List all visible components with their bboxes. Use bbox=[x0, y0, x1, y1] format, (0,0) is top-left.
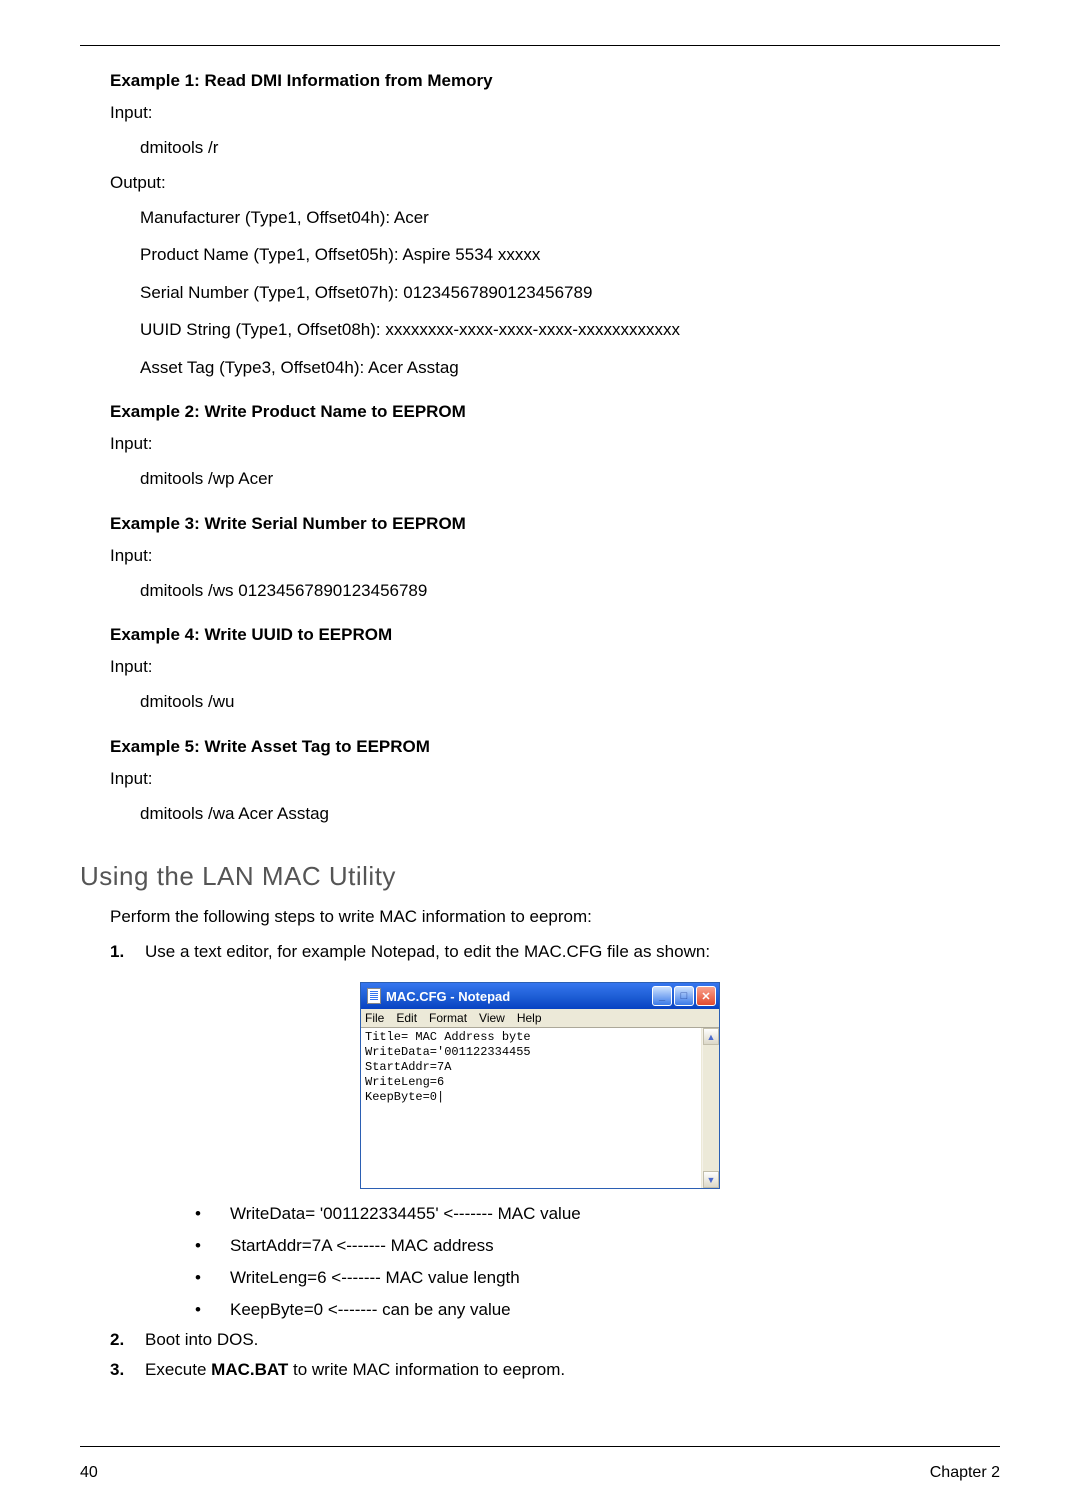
top-rule bbox=[80, 45, 1000, 46]
bullet-item: • WriteLeng=6 <------- MAC value length bbox=[190, 1268, 1000, 1288]
scrollbar[interactable]: ▲ ▼ bbox=[702, 1028, 719, 1188]
menu-format[interactable]: Format bbox=[429, 1011, 467, 1025]
example2-input-label: Input: bbox=[110, 434, 1000, 454]
bullet-icon: • bbox=[190, 1268, 230, 1288]
step-1-num: 1. bbox=[110, 942, 145, 962]
step-2-text: Boot into DOS. bbox=[145, 1330, 1000, 1350]
notepad-titlebar: MAC.CFG - Notepad _ □ ✕ bbox=[361, 983, 719, 1009]
example1-input-cmd: dmitools /r bbox=[140, 135, 1000, 161]
bottom-rule bbox=[80, 1446, 1000, 1447]
example4-heading: Example 4: Write UUID to EEPROM bbox=[110, 625, 1000, 645]
menu-file[interactable]: File bbox=[365, 1011, 384, 1025]
example5-heading: Example 5: Write Asset Tag to EEPROM bbox=[110, 737, 1000, 757]
step-2-num: 2. bbox=[110, 1330, 145, 1350]
page-number: 40 bbox=[80, 1464, 98, 1482]
menu-edit[interactable]: Edit bbox=[396, 1011, 417, 1025]
step-2: 2. Boot into DOS. bbox=[110, 1330, 1000, 1350]
step-3: 3. Execute MAC.BAT to write MAC informat… bbox=[110, 1360, 1000, 1380]
step-3-text: Execute MAC.BAT to write MAC information… bbox=[145, 1360, 1000, 1380]
menu-view[interactable]: View bbox=[479, 1011, 505, 1025]
maximize-button[interactable]: □ bbox=[674, 986, 694, 1006]
notepad-text-area[interactable]: Title= MAC Address byte WriteData='00112… bbox=[361, 1028, 702, 1188]
notepad-screenshot: MAC.CFG - Notepad _ □ ✕ File Edit Format… bbox=[360, 982, 720, 1189]
example5-input-label: Input: bbox=[110, 769, 1000, 789]
step-1: 1. Use a text editor, for example Notepa… bbox=[110, 942, 1000, 962]
example1-heading: Example 1: Read DMI Information from Mem… bbox=[110, 71, 1000, 91]
step-1-text: Use a text editor, for example Notepad, … bbox=[145, 942, 1000, 962]
notepad-title: MAC.CFG - Notepad bbox=[386, 989, 510, 1004]
close-button[interactable]: ✕ bbox=[696, 986, 716, 1006]
example3-heading: Example 3: Write Serial Number to EEPROM bbox=[110, 514, 1000, 534]
bullet-icon: • bbox=[190, 1204, 230, 1224]
bullet-text-0: WriteData= '001122334455' <------- MAC v… bbox=[230, 1204, 581, 1224]
example2-heading: Example 2: Write Product Name to EEPROM bbox=[110, 402, 1000, 422]
scroll-down-button[interactable]: ▼ bbox=[703, 1171, 719, 1188]
example1-output-line-4: Asset Tag (Type3, Offset04h): Acer Assta… bbox=[140, 355, 1000, 381]
example4-input-label: Input: bbox=[110, 657, 1000, 677]
step-3-num: 3. bbox=[110, 1360, 145, 1380]
example3-input-label: Input: bbox=[110, 546, 1000, 566]
example1-output-label: Output: bbox=[110, 173, 1000, 193]
example1-output-line-0: Manufacturer (Type1, Offset04h): Acer bbox=[140, 205, 1000, 231]
bullet-text-2: WriteLeng=6 <------- MAC value length bbox=[230, 1268, 520, 1288]
lan-mac-heading: Using the LAN MAC Utility bbox=[80, 861, 1000, 892]
example1-input-label: Input: bbox=[110, 103, 1000, 123]
example1-output-line-1: Product Name (Type1, Offset05h): Aspire … bbox=[140, 242, 1000, 268]
minimize-button[interactable]: _ bbox=[652, 986, 672, 1006]
bullet-item: • StartAddr=7A <------- MAC address bbox=[190, 1236, 1000, 1256]
lan-mac-intro: Perform the following steps to write MAC… bbox=[110, 907, 1000, 927]
example4-input-cmd: dmitools /wu bbox=[140, 689, 1000, 715]
bullet-item: • WriteData= '001122334455' <------- MAC… bbox=[190, 1204, 1000, 1224]
bullet-text-1: StartAddr=7A <------- MAC address bbox=[230, 1236, 494, 1256]
bullet-icon: • bbox=[190, 1236, 230, 1256]
example1-output-line-3: UUID String (Type1, Offset08h): xxxxxxxx… bbox=[140, 317, 1000, 343]
notepad-icon bbox=[367, 988, 381, 1004]
bullet-item: • KeepByte=0 <------- can be any value bbox=[190, 1300, 1000, 1320]
chapter-label: Chapter 2 bbox=[930, 1464, 1000, 1482]
mac-cfg-bullets: • WriteData= '001122334455' <------- MAC… bbox=[190, 1204, 1000, 1320]
menu-help[interactable]: Help bbox=[517, 1011, 542, 1025]
scroll-up-button[interactable]: ▲ bbox=[703, 1028, 719, 1045]
bullet-icon: • bbox=[190, 1300, 230, 1320]
example1-output-line-2: Serial Number (Type1, Offset07h): 012345… bbox=[140, 280, 1000, 306]
bullet-text-3: KeepByte=0 <------- can be any value bbox=[230, 1300, 511, 1320]
page-footer: 40 Chapter 2 bbox=[80, 1464, 1000, 1482]
notepad-menubar: File Edit Format View Help bbox=[361, 1009, 719, 1028]
example3-input-cmd: dmitools /ws 01234567890123456789 bbox=[140, 578, 1000, 604]
example5-input-cmd: dmitools /wa Acer Asstag bbox=[140, 801, 1000, 827]
example2-input-cmd: dmitools /wp Acer bbox=[140, 466, 1000, 492]
